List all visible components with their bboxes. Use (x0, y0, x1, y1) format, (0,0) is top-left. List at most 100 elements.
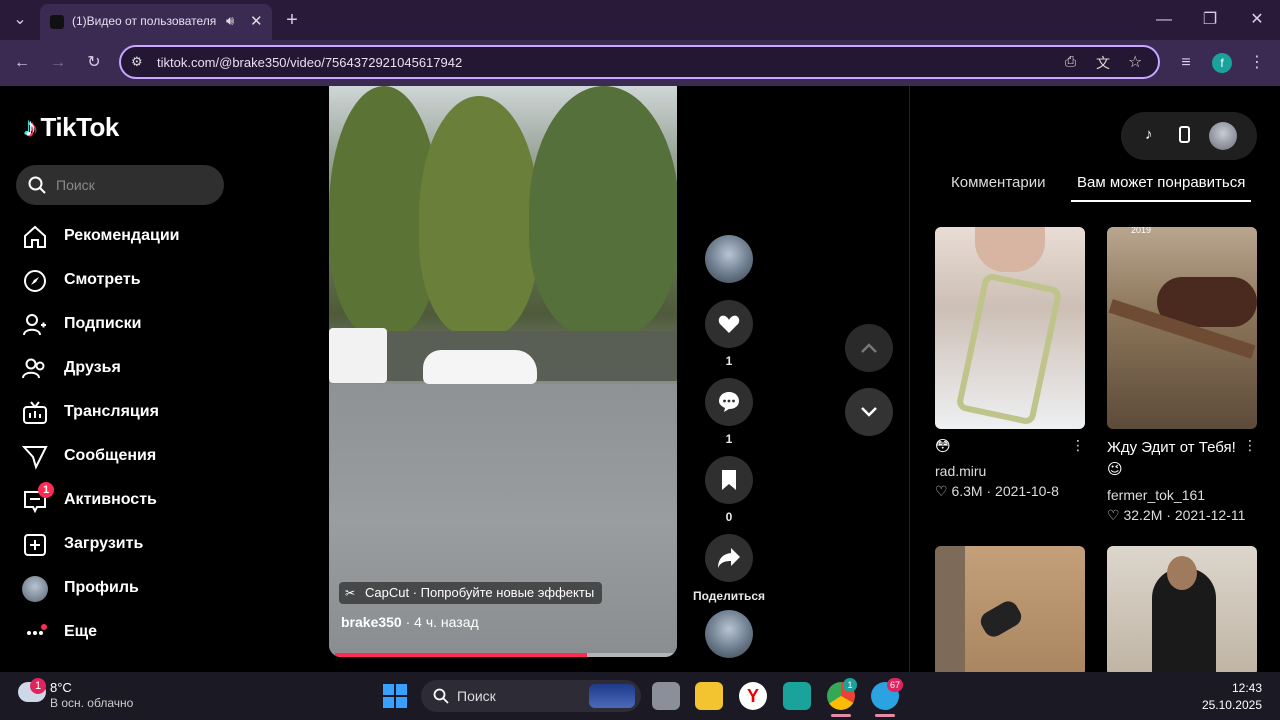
author-avatar[interactable] (705, 235, 753, 283)
video-thumbnail[interactable]: 2019 (1107, 227, 1257, 429)
logo-text: TikTok (40, 112, 120, 142)
home-icon (22, 224, 48, 250)
avatar-icon (22, 576, 48, 602)
app-icon[interactable] (783, 682, 811, 710)
sidebar-item-compass[interactable]: Смотреть (22, 266, 222, 296)
file-explorer-icon[interactable] (695, 682, 723, 710)
author-handle[interactable]: brake350 (341, 614, 402, 630)
bookmark-icon (722, 470, 736, 490)
video-card[interactable] (935, 546, 1085, 672)
tiktok-note-icon: ♪ (24, 112, 37, 142)
video-progress-fill (335, 653, 587, 657)
card-title: Жду Эдит от Тебя! 😉 (1107, 439, 1236, 478)
reload-icon[interactable]: ↻ (82, 51, 106, 75)
sidebar-item-more[interactable]: Еще (22, 618, 222, 648)
save-button[interactable] (705, 456, 753, 504)
card-author[interactable]: fermer_tok_161 (1107, 487, 1205, 503)
share-label: Поделиться (692, 589, 766, 603)
search-placeholder: Поиск (56, 177, 95, 193)
bookmark-star-icon[interactable]: ☆ (1128, 52, 1142, 72)
restore-icon[interactable]: ❐ (1198, 8, 1222, 32)
sidebar-item-following[interactable]: Подписки (22, 310, 222, 340)
share-button[interactable] (705, 534, 753, 582)
weather-badge: 1 (30, 678, 46, 694)
search-icon (433, 688, 449, 704)
chrome-badge: 1 (843, 678, 857, 692)
music-disc-avatar[interactable] (705, 610, 753, 658)
yandex-browser-icon[interactable]: Y (739, 682, 767, 710)
task-view-icon[interactable] (652, 682, 680, 710)
sidebar-item-live[interactable]: Трансляция (22, 398, 222, 428)
view-mode-pill: ♪ (1121, 112, 1257, 160)
video-player[interactable]: ✂ CapCut · Попробуйте новые эффекты brak… (329, 86, 677, 657)
comment-button[interactable] (705, 378, 753, 426)
video-thumbnail[interactable] (1107, 546, 1257, 672)
browser-tab[interactable]: (1)Видео от пользователя 🔊︎ ✕ (40, 4, 272, 40)
card-author[interactable]: rad.miru (935, 463, 986, 479)
video-card[interactable] (1107, 546, 1257, 672)
back-icon[interactable]: ← (10, 51, 34, 75)
capcut-label: CapCut · Попробуйте новые эффекты (365, 585, 595, 600)
save-count: 0 (725, 510, 733, 524)
like-button[interactable] (705, 300, 753, 348)
address-bar[interactable]: ⚙ tiktok.com/@brake350/video/75643729210… (119, 45, 1160, 79)
chrome-running-indicator (831, 714, 851, 717)
video-card[interactable]: 😳 ⋮ rad.miru ♡ 6.3M · 2021-10-8 (935, 227, 1085, 499)
search-icon (28, 176, 46, 194)
weather-temp[interactable]: 8°C (50, 680, 72, 695)
taskbar-search[interactable]: Поиск (421, 680, 641, 712)
thumb-face (975, 227, 1045, 272)
user-avatar[interactable] (1209, 122, 1237, 150)
sidebar-item-avatar[interactable]: Профиль (22, 574, 222, 604)
video-thumbnail[interactable] (935, 546, 1085, 672)
comment-count: 1 (725, 432, 733, 446)
speaker-icon[interactable]: 🔊︎ (226, 13, 234, 29)
phone-icon[interactable] (1179, 126, 1190, 143)
sidebar-item-activity[interactable]: 1 Активность (22, 482, 222, 516)
compass-icon (22, 268, 48, 294)
sidebar-item-upload[interactable]: Загрузить (22, 530, 222, 560)
translate-icon[interactable]: 文 (1096, 53, 1110, 73)
close-tab-icon[interactable]: ✕ (250, 12, 263, 30)
sidebar-item-label: Сообщения (64, 447, 157, 464)
clock-time[interactable]: 12:43 (1200, 681, 1262, 695)
capcut-effect-link[interactable]: ✂ CapCut · Попробуйте новые эффекты (339, 582, 603, 604)
tab-comments[interactable]: Комментарии (951, 174, 1045, 191)
video-author[interactable]: brake350 · 4 ч. назад (341, 614, 479, 630)
install-app-icon[interactable]: ⎙ (1065, 53, 1076, 70)
tiktok-logo[interactable]: ♪ TikTok (24, 112, 119, 143)
site-info-icon[interactable]: ⚙ (131, 54, 143, 70)
minimize-icon[interactable]: — (1152, 8, 1176, 32)
video-van (329, 328, 387, 383)
tiktok-mode-icon[interactable]: ♪ (1145, 126, 1153, 143)
close-window-icon[interactable]: ✕ (1245, 8, 1269, 32)
card-stats: ♡ 32.2M · 2021-12-11 (1107, 507, 1246, 523)
weather-desc[interactable]: В осн. облачно (50, 696, 133, 710)
clock-date[interactable]: 25.10.2025 (1190, 698, 1262, 712)
thumb-caption: 2019 (1131, 227, 1152, 235)
video-thumbnail[interactable] (935, 227, 1085, 429)
sidebar-item-friends[interactable]: Друзья (22, 354, 222, 384)
sidebar-item-home[interactable]: Рекомендации (22, 222, 222, 252)
tiktok-favicon-icon (50, 15, 64, 29)
card-more-icon[interactable]: ⋮ (1071, 437, 1085, 454)
profile-avatar[interactable]: f (1212, 53, 1232, 73)
windows-start-icon[interactable] (383, 684, 407, 708)
video-progress-bar[interactable] (335, 653, 675, 657)
forward-icon[interactable]: → (46, 51, 70, 75)
media-controls-icon[interactable]: ≡ (1174, 51, 1198, 75)
tab-recommended[interactable]: Вам может понравиться (1077, 174, 1245, 191)
card-more-icon[interactable]: ⋮ (1243, 437, 1257, 454)
telegram-running-indicator (875, 714, 895, 717)
url-text[interactable]: tiktok.com/@brake350/video/7564372921045… (157, 55, 462, 70)
card-likes: 32.2M (1123, 507, 1163, 523)
video-card[interactable]: 2019 Жду Эдит от Тебя! 😉 ⋮ fermer_tok_16… (1107, 227, 1257, 523)
next-video-button[interactable] (845, 388, 893, 436)
sidebar-item-messages[interactable]: Сообщения (21, 442, 222, 472)
search-input[interactable]: Поиск (16, 165, 224, 205)
previous-video-button[interactable] (845, 324, 893, 372)
tab-search-icon[interactable]: ⌄ (8, 8, 32, 32)
sidebar-item-label: Трансляция (64, 403, 159, 420)
new-tab-icon[interactable]: + (280, 8, 304, 32)
menu-icon[interactable]: ⋮ (1245, 51, 1269, 75)
